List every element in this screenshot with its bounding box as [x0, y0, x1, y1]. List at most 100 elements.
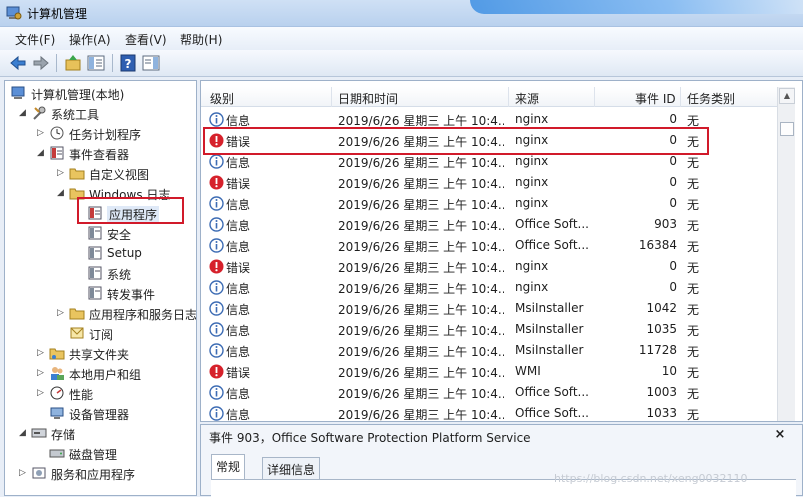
cell-task-category: 无	[687, 408, 700, 422]
subscription-icon	[70, 327, 84, 339]
info-icon	[209, 112, 224, 127]
folder-icon	[69, 168, 85, 180]
cell-datetime: 2019/6/26 星期三 上午 10:4...	[338, 261, 504, 275]
collapsed-arrow-icon[interactable]: ▷	[37, 388, 47, 398]
toolbar: ?	[0, 50, 803, 77]
info-icon	[209, 301, 224, 316]
cell-level: 信息	[226, 345, 251, 359]
scroll-thumb[interactable]	[780, 122, 794, 136]
show-action-pane-icon[interactable]	[141, 53, 161, 73]
cell-event-id: 0	[669, 112, 677, 126]
table-row[interactable]: 错误 2019/6/26 星期三 上午 10:4... WMI 10 无	[201, 361, 777, 382]
table-row[interactable]: 信息 2019/6/26 星期三 上午 10:4... Office Soft...…	[201, 403, 777, 422]
toolbar-separator	[56, 54, 57, 72]
menu-action[interactable]: 操作(A)	[69, 31, 111, 48]
expanded-arrow-icon[interactable]: ◢	[19, 428, 29, 438]
table-row[interactable]: 信息 2019/6/26 星期三 上午 10:4... Office Soft...…	[201, 214, 777, 235]
cell-source: nginx	[515, 112, 549, 126]
cell-level: 信息	[226, 408, 251, 422]
watermark: https://blog.csdn.net/xeng0032110	[554, 472, 748, 485]
cell-datetime: 2019/6/26 星期三 上午 10:4...	[338, 219, 504, 233]
column-header-level[interactable]: 级别	[210, 90, 234, 107]
log-icon	[88, 286, 102, 300]
window-title: 计算机管理	[27, 7, 88, 21]
show-hide-tree-icon[interactable]	[86, 53, 106, 73]
menu-view[interactable]: 查看(V)	[125, 31, 167, 48]
cell-source: nginx	[515, 280, 549, 294]
cell-datetime: 2019/6/26 星期三 上午 10:4...	[338, 198, 504, 212]
column-header-event-id[interactable]: 事件 ID	[635, 90, 676, 107]
info-icon	[209, 322, 224, 337]
info-icon	[209, 217, 224, 232]
collapsed-arrow-icon[interactable]: ▷	[37, 348, 47, 358]
tab-details[interactable]: 详细信息	[262, 457, 321, 479]
up-folder-icon[interactable]	[63, 53, 83, 73]
table-row[interactable]: 信息 2019/6/26 星期三 上午 10:4... nginx 0 无	[201, 277, 777, 298]
cell-level: 错误	[226, 261, 251, 275]
table-row[interactable]: 信息 2019/6/26 星期三 上午 10:4... MsiInstaller 11…	[201, 340, 777, 361]
expanded-arrow-icon[interactable]: ◢	[37, 148, 47, 158]
scroll-up-arrow-icon[interactable]: ▲	[779, 88, 795, 104]
table-row[interactable]: 信息 2019/6/26 星期三 上午 10:4... MsiInstaller 10…	[201, 298, 777, 319]
table-row[interactable]: 信息 2019/6/26 星期三 上午 10:4... nginx 0 无	[201, 193, 777, 214]
column-header-datetime[interactable]: 日期和时间	[338, 90, 398, 107]
computer-management-icon	[6, 6, 22, 20]
cell-task-category: 无	[687, 387, 700, 401]
table-row[interactable]: 信息 2019/6/26 星期三 上午 10:4... Office Soft...…	[201, 235, 777, 256]
cell-event-id: 1035	[646, 322, 677, 336]
menu-help[interactable]: 帮助(H)	[180, 31, 222, 48]
cell-event-id: 1042	[646, 301, 677, 315]
log-icon	[88, 246, 102, 260]
collapsed-arrow-icon[interactable]: ▷	[19, 468, 29, 478]
clock-icon	[50, 126, 64, 140]
shared-folder-icon	[49, 348, 65, 360]
collapsed-arrow-icon[interactable]: ▷	[37, 368, 47, 378]
cell-task-category: 无	[687, 156, 700, 170]
collapsed-arrow-icon[interactable]: ▷	[37, 128, 47, 138]
menu-file[interactable]: 文件(F)	[15, 31, 55, 48]
cell-source: nginx	[515, 175, 549, 189]
expanded-arrow-icon[interactable]: ◢	[19, 108, 29, 118]
log-icon	[88, 266, 102, 280]
collapsed-arrow-icon[interactable]: ▷	[57, 308, 67, 318]
cell-datetime: 2019/6/26 星期三 上午 10:4...	[338, 345, 504, 359]
column-divider[interactable]	[594, 87, 595, 107]
table-row[interactable]: 信息 2019/6/26 星期三 上午 10:4... Office Soft...…	[201, 382, 777, 403]
cell-task-category: 无	[687, 198, 700, 212]
event-detail-pane: 事件 903，Office Software Protection Platfo…	[200, 424, 803, 497]
cell-datetime: 2019/6/26 星期三 上午 10:4...	[338, 387, 504, 401]
cell-task-category: 无	[687, 366, 700, 380]
table-row[interactable]: 错误 2019/6/26 星期三 上午 10:4... nginx 0 无	[201, 256, 777, 277]
column-header-task-category[interactable]: 任务类别	[687, 90, 735, 107]
info-icon	[209, 154, 224, 169]
cell-source: nginx	[515, 196, 549, 210]
close-icon[interactable]: ×	[773, 428, 787, 442]
cell-event-id: 10	[661, 364, 677, 378]
svg-text:?: ?	[125, 57, 132, 71]
cell-source: nginx	[515, 154, 549, 168]
table-row[interactable]: 信息 2019/6/26 星期三 上午 10:4... MsiInstaller 10…	[201, 319, 777, 340]
column-header-source[interactable]: 来源	[515, 90, 539, 107]
info-icon	[209, 385, 224, 400]
cell-level: 信息	[226, 324, 251, 338]
vertical-scrollbar[interactable]: ▲	[777, 87, 795, 421]
services-icon	[32, 467, 46, 479]
tab-general[interactable]: 常规	[211, 454, 246, 480]
collapsed-arrow-icon[interactable]: ▷	[57, 168, 67, 178]
cell-level: 信息	[226, 156, 251, 170]
cell-task-category: 无	[687, 324, 700, 338]
cell-source: Office Soft...	[515, 406, 589, 420]
table-row[interactable]: 错误 2019/6/26 星期三 上午 10:4... nginx 0 无	[201, 172, 777, 193]
cell-task-category: 无	[687, 282, 700, 296]
cell-level: 信息	[226, 198, 251, 212]
expanded-arrow-icon[interactable]: ◢	[57, 188, 67, 198]
info-icon	[209, 280, 224, 295]
back-arrow-icon[interactable]	[8, 53, 28, 73]
column-divider[interactable]	[680, 87, 681, 107]
title-bar: 计算机管理	[0, 0, 803, 27]
column-divider[interactable]	[508, 87, 509, 107]
help-icon[interactable]: ?	[118, 53, 138, 73]
cell-event-id: 0	[669, 259, 677, 273]
column-divider[interactable]	[331, 87, 332, 107]
forward-arrow-icon[interactable]	[31, 53, 51, 73]
